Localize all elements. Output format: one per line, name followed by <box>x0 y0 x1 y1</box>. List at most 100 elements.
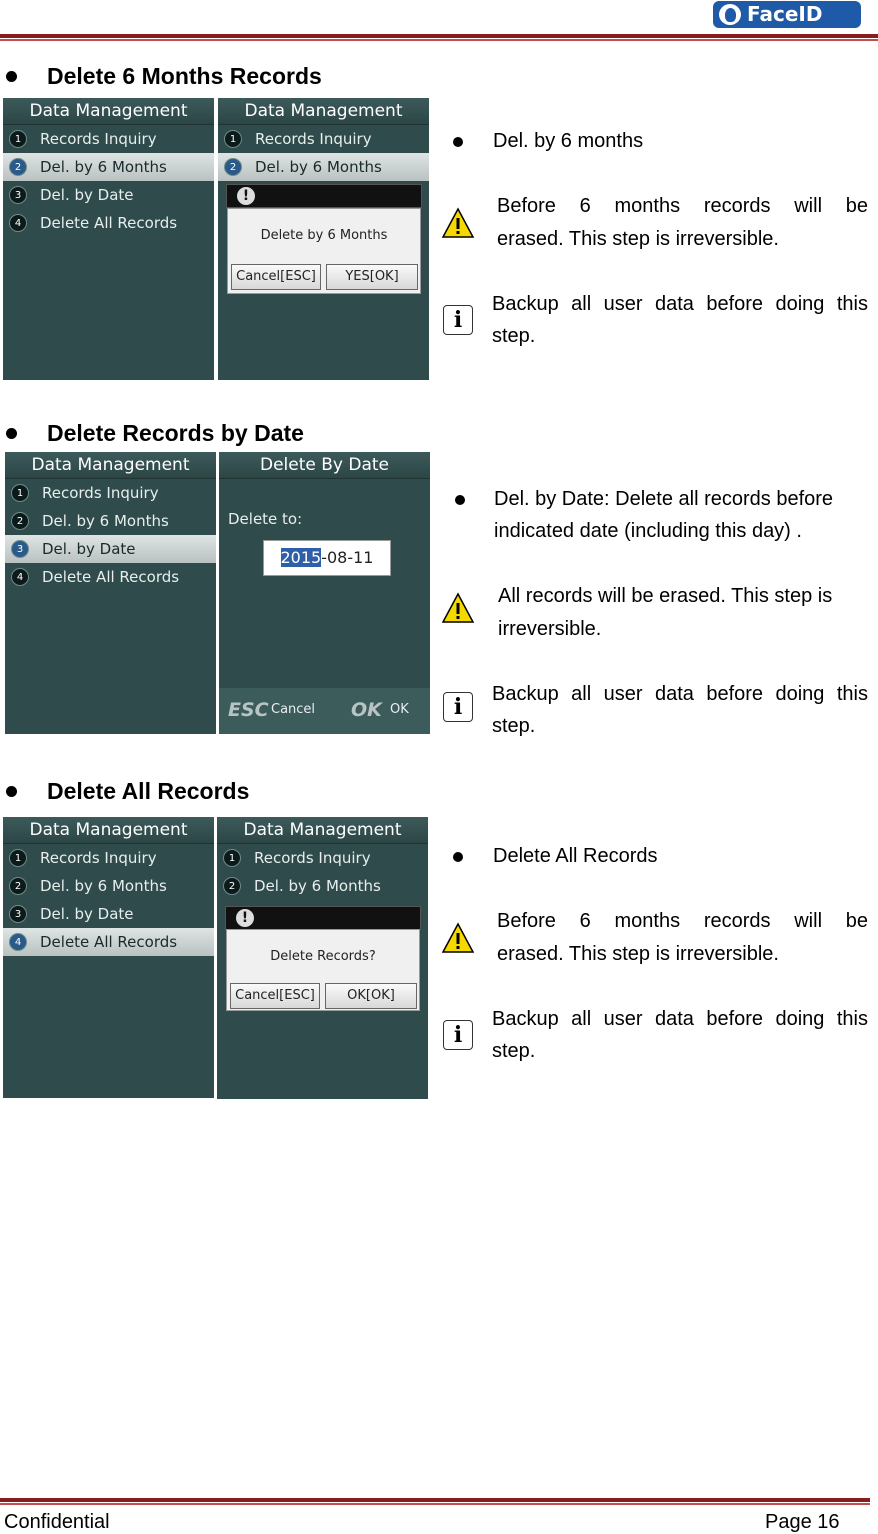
screen-data-management-menu: Data Management 1 Records Inquiry 2 Del. b… <box>5 452 216 734</box>
dialog-message: Delete Records? <box>270 949 376 964</box>
menu-item-del-by-6-months[interactable]: 2 Del. by 6 Months <box>218 153 429 181</box>
date-input[interactable]: 2015-08-11 <box>263 540 391 576</box>
header-rule <box>0 34 878 38</box>
date-year-selected: 2015 <box>280 548 322 567</box>
menu-item-label: Del. by Date <box>42 540 136 558</box>
section-title-text: Delete 6 Months Records <box>47 63 322 89</box>
warning-text-line2: erased. This step is irreversible. <box>497 943 779 965</box>
menu-item-del-by-6-months[interactable]: 2 Del. by 6 Months <box>3 153 214 181</box>
menu-item-del-by-6-months[interactable]: 2 Del. by 6 Months <box>217 872 428 900</box>
screen-title: Data Management <box>218 98 429 125</box>
warning-icon <box>441 207 475 238</box>
dialog-header-bar: ! <box>226 184 422 208</box>
menu-item-records-inquiry[interactable]: 1 Records Inquiry <box>3 844 214 872</box>
info-icon: i <box>443 1020 473 1050</box>
menu-item-label: Delete All Records <box>40 214 178 232</box>
bullet-icon <box>6 71 17 82</box>
screen-title: Delete By Date <box>219 452 430 479</box>
menu-item-label: Del. by 6 Months <box>40 158 167 176</box>
menu-item-delete-all-records[interactable]: 4 Delete All Records <box>5 563 216 591</box>
step-description: Del. by 6 months <box>493 130 644 152</box>
faceid-logo: FaceID <box>713 1 861 28</box>
number-1-icon: 1 <box>11 484 29 502</box>
number-1-icon: 1 <box>9 130 27 148</box>
menu-item-del-by-date[interactable]: 3 Del. by Date <box>5 535 216 563</box>
dialog-header-bar: ! <box>225 906 421 930</box>
menu-item-label: Del. by 6 Months <box>254 877 381 895</box>
number-2-icon: 2 <box>224 158 242 176</box>
yes-ok-button[interactable]: YES[OK] <box>326 264 418 290</box>
number-2-icon: 2 <box>9 158 27 176</box>
screen-delete-by-date: Delete By Date Delete to: 2015-08-11 ESC… <box>219 452 430 734</box>
info-text-line1: Backup all user data before doing this <box>492 683 868 705</box>
ok-softkey-label[interactable]: OK <box>390 702 409 717</box>
screen-delete-6-months-dialog: Data Management 1 Records Inquiry 2 Del. b… <box>218 98 429 380</box>
menu-item-del-by-date[interactable]: 3 Del. by Date <box>3 900 214 928</box>
ok-key-icon[interactable]: OK <box>351 699 382 721</box>
softkey-bar: ESC Cancel OK OK <box>219 688 430 734</box>
menu-item-label: Records Inquiry <box>40 849 157 867</box>
number-4-icon: 4 <box>9 214 27 232</box>
cancel-button[interactable]: Cancel[ESC] <box>230 983 320 1009</box>
number-1-icon: 1 <box>223 849 241 867</box>
section-title-delete-6-months: Delete 6 Months Records <box>6 63 322 90</box>
menu-item-records-inquiry[interactable]: 1 Records Inquiry <box>217 844 428 872</box>
number-4-icon: 4 <box>9 933 27 951</box>
warning-text-line2: irreversible. <box>498 618 602 640</box>
section-title-text: Delete Records by Date <box>47 420 304 446</box>
logo-text: FaceID <box>747 2 823 26</box>
confirm-dialog: Delete by 6 Months Cancel[ESC] YES[OK] <box>227 208 421 294</box>
info-text-line2: step. <box>492 1040 536 1062</box>
number-1-icon: 1 <box>224 130 242 148</box>
menu-item-label: Records Inquiry <box>42 484 159 502</box>
page-number: Page 16 <box>765 1511 840 1533</box>
section-title-delete-by-date: Delete Records by Date <box>6 420 304 447</box>
number-1-icon: 1 <box>9 849 27 867</box>
bullet-icon <box>453 852 463 862</box>
warning-text-line1: Before 6 months records will be <box>497 195 868 217</box>
delete-to-label: Delete to: <box>228 510 303 528</box>
menu-item-label: Del. by 6 Months <box>40 877 167 895</box>
cancel-button[interactable]: Cancel[ESC] <box>231 264 321 290</box>
screen-title: Data Management <box>5 452 216 479</box>
info-text-line2: step. <box>492 715 536 737</box>
menu-item-del-by-6-months[interactable]: 2 Del. by 6 Months <box>5 507 216 535</box>
info-text-line1: Backup all user data before doing this <box>492 293 868 315</box>
step-description-line1: Del. by Date: Delete all records before <box>494 488 834 510</box>
info-text-line2: step. <box>492 325 536 347</box>
number-2-icon: 2 <box>223 877 241 895</box>
menu-item-del-by-6-months[interactable]: 2 Del. by 6 Months <box>3 872 214 900</box>
warning-icon <box>441 592 475 623</box>
menu-item-records-inquiry[interactable]: 1 Records Inquiry <box>5 479 216 507</box>
step-description: Delete All Records <box>493 845 658 867</box>
exclamation-icon: ! <box>237 187 255 205</box>
footer-rule-thin <box>0 1503 870 1505</box>
bullet-icon <box>6 428 17 439</box>
menu-item-delete-all-records[interactable]: 4 Delete All Records <box>3 928 214 956</box>
ok-button[interactable]: OK[OK] <box>325 983 417 1009</box>
menu-item-delete-all-records[interactable]: 4 Delete All Records <box>3 209 214 237</box>
screen-data-management-menu: Data Management 1 Records Inquiry 2 Del. b… <box>3 98 214 380</box>
esc-key-icon[interactable]: ESC <box>228 699 269 721</box>
menu-item-label: Records Inquiry <box>40 130 157 148</box>
footer-rule <box>0 1498 870 1502</box>
section-title-delete-all-records: Delete All Records <box>6 778 249 805</box>
screen-title: Data Management <box>217 817 428 844</box>
section-title-text: Delete All Records <box>47 778 250 804</box>
exclamation-icon: ! <box>236 909 254 927</box>
cancel-softkey-label[interactable]: Cancel <box>271 702 315 717</box>
date-month-day: -08-11 <box>321 548 374 567</box>
bullet-icon <box>453 137 463 147</box>
number-2-icon: 2 <box>11 512 29 530</box>
menu-item-del-by-date[interactable]: 3 Del. by Date <box>3 181 214 209</box>
confirm-dialog: Delete Records? Cancel[ESC] OK[OK] <box>226 929 420 1011</box>
header-rule-thin <box>0 39 878 41</box>
menu-item-label: Records Inquiry <box>255 130 372 148</box>
menu-item-records-inquiry[interactable]: 1 Records Inquiry <box>3 125 214 153</box>
menu-item-label: Del. by Date <box>40 186 134 204</box>
bullet-icon <box>455 495 465 505</box>
dialog-message: Delete by 6 Months <box>260 228 388 243</box>
step-description-line2: indicated date (including this day) . <box>494 520 802 542</box>
menu-item-records-inquiry[interactable]: 1 Records Inquiry <box>218 125 429 153</box>
warning-icon <box>441 922 475 953</box>
